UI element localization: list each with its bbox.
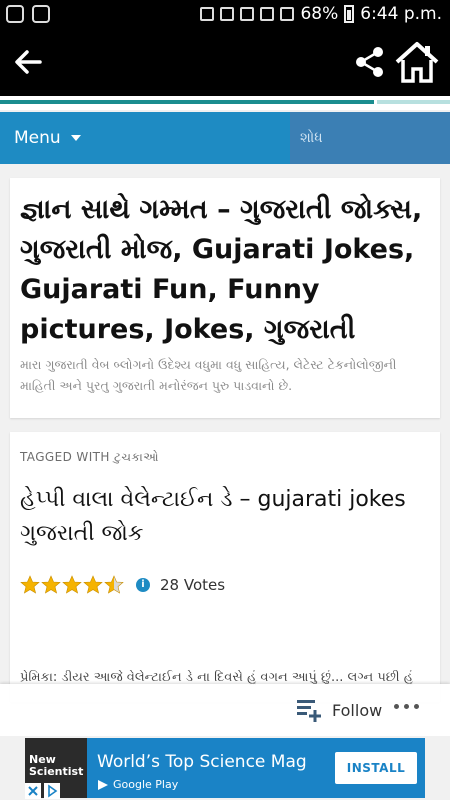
ad-title: World’s Top Science Mag: [97, 752, 307, 772]
status-notifications: [6, 5, 50, 23]
home-button[interactable]: [394, 40, 440, 84]
whatsapp-icon: [6, 5, 24, 23]
battery-icon: [344, 5, 355, 23]
sim-icon: [260, 7, 275, 21]
reading-progress-track: [377, 100, 450, 104]
star-icon[interactable]: [20, 575, 40, 595]
reading-progress: [0, 96, 450, 110]
share-button[interactable]: [352, 44, 388, 80]
gallery-icon: [32, 5, 50, 23]
signal-icon: [280, 7, 295, 21]
status-bar: 68% 6:44 p.m.: [0, 0, 450, 30]
dot-icon: [394, 704, 399, 709]
tag-link[interactable]: ટુચકાઓ: [114, 450, 159, 464]
post-card: TAGGED WITH ટુચકાઓ હેપ્પી વાલા વેલેન્ટાઈ…: [10, 432, 440, 702]
reader-add-icon: [297, 700, 321, 722]
back-button[interactable]: [10, 44, 46, 80]
dot-icon: [414, 704, 419, 709]
mute-icon: [200, 7, 215, 21]
more-options-button[interactable]: [394, 704, 419, 709]
google-play-icon: [98, 779, 108, 790]
site-title[interactable]: જ્ઞાન સાથે ગમ્મત – ગુજરાતી જોક્સ, ગુજરાત…: [20, 190, 430, 350]
dot-icon: [404, 704, 409, 709]
close-icon: [28, 786, 38, 796]
app-bar: [0, 30, 450, 96]
home-icon: [395, 42, 439, 83]
site-header-card: જ્ઞાન સાથે ગમ્મત – ગુજરાતી જોક્સ, ગુજરાત…: [10, 178, 440, 418]
rating-stars[interactable]: [20, 575, 124, 595]
star-icon[interactable]: [62, 575, 82, 595]
tagged-prefix: TAGGED WITH: [20, 450, 110, 464]
star-icon[interactable]: [41, 575, 61, 595]
follow-button[interactable]: Follow: [296, 696, 382, 724]
chevron-down-icon: [70, 135, 81, 141]
votes-count: 28 Votes: [160, 576, 226, 594]
ad-close-button[interactable]: [25, 783, 41, 799]
arrow-left-icon: [15, 50, 42, 74]
ad-banner-area: New Scientist World’s Top Science Mag Go…: [0, 736, 450, 800]
search-input[interactable]: શોધ: [290, 112, 450, 164]
post-excerpt: પ્રેમિકા: ડીયર આજે વેલેન્ટાઈન ડે ના દિવસ…: [20, 670, 413, 685]
ad-store: Google Play: [97, 778, 178, 791]
status-right: 68% 6:44 p.m.: [200, 4, 442, 24]
reading-progress-fill: [0, 100, 374, 104]
ad-banner[interactable]: New Scientist World’s Top Science Mag Go…: [25, 738, 425, 798]
ad-choices-icon: [48, 784, 58, 798]
info-icon[interactable]: i: [136, 578, 150, 592]
ad-store-label: Google Play: [113, 778, 179, 791]
menu-label: Menu: [14, 128, 61, 148]
clock: 6:44 p.m.: [360, 4, 442, 24]
install-button[interactable]: INSTALL: [335, 752, 417, 784]
site-description: મારા ગુજરાતી વેબ બ્લોગનો ઉદેશ્ય વધુમા વધ…: [20, 357, 397, 393]
battery-percent: 68%: [300, 4, 339, 24]
post-rating: i 28 Votes: [20, 575, 430, 595]
follow-bar: Follow: [0, 684, 450, 736]
nav-bar: Menu શોધ: [0, 112, 450, 164]
wifi-icon: [240, 7, 255, 21]
star-icon[interactable]: [104, 575, 124, 595]
post-tags: TAGGED WITH ટુચકાઓ: [20, 450, 430, 465]
alarm-icon: [220, 7, 235, 21]
post-title[interactable]: હેપ્પી વાલા વેલેન્ટાઈન ડે – gujarati jok…: [20, 483, 430, 551]
follow-label: Follow: [332, 700, 383, 720]
menu-button[interactable]: Menu: [0, 112, 290, 164]
share-icon: [356, 47, 383, 77]
star-icon[interactable]: [83, 575, 103, 595]
ad-choices-button[interactable]: [44, 783, 60, 799]
